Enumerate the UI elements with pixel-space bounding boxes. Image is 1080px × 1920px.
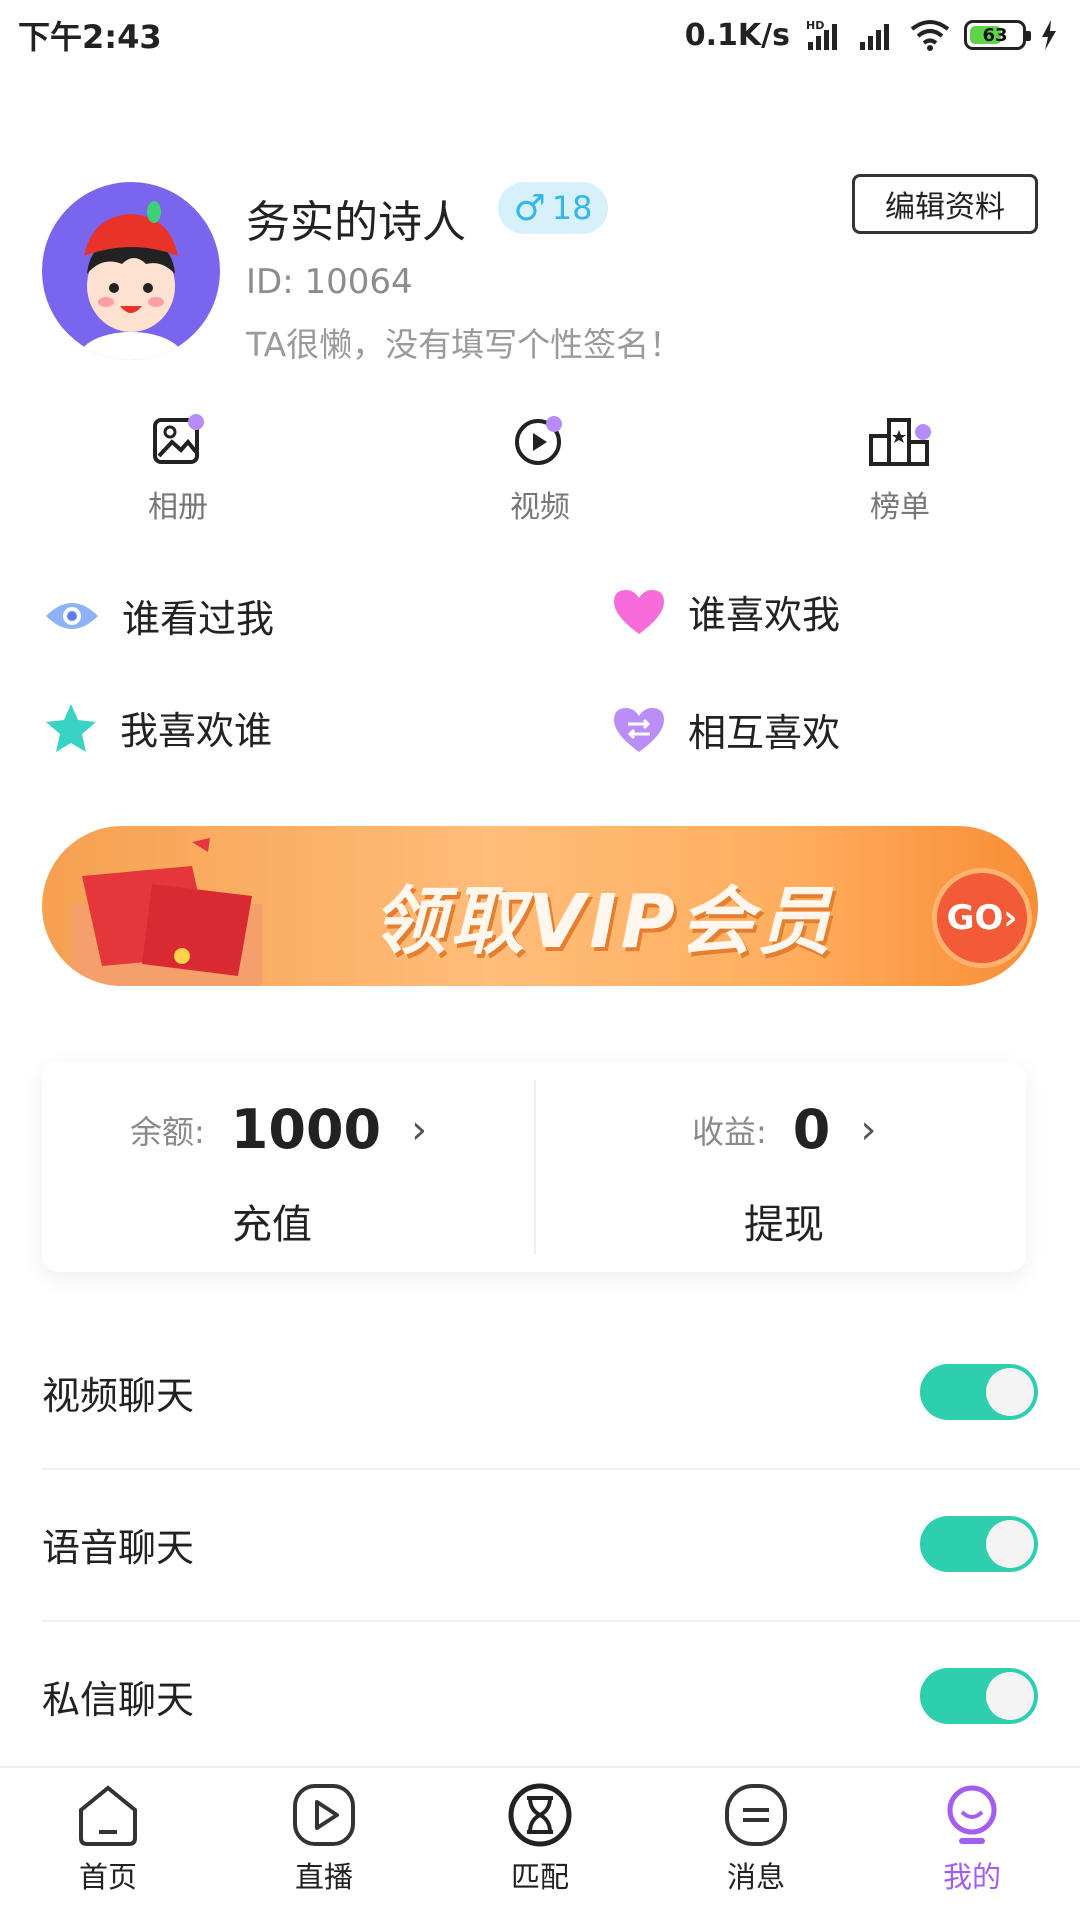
balance-chevron-icon: › bbox=[411, 1106, 428, 1153]
star-icon bbox=[46, 703, 96, 752]
profile-icon bbox=[947, 1785, 997, 1844]
wallet-divider bbox=[534, 1080, 536, 1254]
menu-label: 谁喜欢我 bbox=[688, 593, 841, 637]
user-id: ID: 10064 bbox=[246, 262, 413, 302]
male-icon: ♂ bbox=[513, 187, 546, 229]
balance-value: 1000 bbox=[230, 1098, 382, 1161]
nav-home[interactable]: 首页 bbox=[0, 1768, 216, 1920]
live-icon bbox=[293, 1784, 355, 1846]
video-icon bbox=[515, 416, 562, 465]
quick-action-album[interactable]: 相册 bbox=[78, 412, 278, 526]
red-envelope-icon bbox=[72, 838, 262, 986]
quick-action-label: 视频 bbox=[510, 490, 570, 525]
quick-action-video[interactable]: 视频 bbox=[440, 412, 640, 526]
quick-action-label: 榜单 bbox=[870, 490, 930, 525]
hd-signal-icon: HD bbox=[804, 18, 844, 52]
status-icons: 0.1K/s HD 63 bbox=[685, 18, 1058, 53]
menu-who-likes-me[interactable]: 谁喜欢我 bbox=[612, 584, 840, 639]
quick-action-ranking[interactable]: 榜单 bbox=[800, 412, 1000, 526]
age-value: 18 bbox=[551, 189, 593, 227]
nav-match[interactable]: 匹配 bbox=[432, 1768, 648, 1920]
balance-label: 余额: bbox=[130, 1112, 205, 1151]
setting-label: 私信聊天 bbox=[42, 1677, 195, 1722]
battery-icon: 63 bbox=[964, 20, 1031, 50]
eye-icon bbox=[46, 602, 98, 629]
gender-age-badge: ♂ 18 bbox=[498, 182, 608, 234]
signal-icon bbox=[858, 18, 896, 52]
home-icon bbox=[79, 1785, 137, 1846]
mutual-heart-icon bbox=[614, 707, 664, 752]
nav-label: 首页 bbox=[78, 1860, 137, 1894]
menu-label: 我喜欢谁 bbox=[120, 709, 273, 753]
toggle-knob bbox=[986, 1520, 1034, 1568]
nav-live[interactable]: 直播 bbox=[216, 1768, 432, 1920]
setting-label: 视频聊天 bbox=[42, 1373, 195, 1418]
wallet-card: 余额: 1000 › 充值 收益: 0 › 提现 bbox=[42, 1062, 1026, 1272]
video-chat-toggle[interactable] bbox=[920, 1364, 1038, 1420]
nav-label: 直播 bbox=[294, 1860, 353, 1894]
earnings-value: 0 bbox=[792, 1098, 831, 1161]
wifi-icon bbox=[910, 19, 950, 51]
edit-profile-button[interactable]: 编辑资料 bbox=[852, 174, 1038, 234]
avatar-illustration-icon bbox=[79, 201, 183, 360]
setting-voice-chat: 语音聊天 bbox=[42, 1468, 1038, 1620]
menu-who-i-like[interactable]: 我喜欢谁 bbox=[44, 700, 272, 755]
earnings-chevron-icon: › bbox=[860, 1106, 877, 1153]
setting-label: 语音聊天 bbox=[42, 1525, 195, 1570]
quick-action-label: 相册 bbox=[148, 490, 208, 525]
earnings-label: 收益: bbox=[692, 1112, 767, 1151]
voice-chat-toggle[interactable] bbox=[920, 1516, 1038, 1572]
balance-row[interactable]: 余额: 1000 › bbox=[130, 1098, 427, 1161]
user-signature: TA很懒，没有填写个性签名！ bbox=[246, 325, 683, 364]
nav-profile[interactable]: 我的 bbox=[864, 1768, 1080, 1920]
heart-icon bbox=[614, 589, 664, 634]
charging-icon bbox=[1040, 20, 1058, 50]
recharge-button[interactable]: 充值 bbox=[232, 1192, 312, 1250]
svg-text:HD: HD bbox=[806, 19, 824, 32]
nav-label: 匹配 bbox=[510, 1860, 569, 1894]
status-bar: 下午2:43 0.1K/s HD 63 bbox=[0, 0, 1080, 70]
message-icon bbox=[725, 1784, 787, 1846]
vip-banner[interactable]: 领取VIP会员 GO› bbox=[42, 826, 1038, 986]
menu-label: 相互喜欢 bbox=[688, 711, 841, 755]
earnings-row[interactable]: 收益: 0 › bbox=[692, 1098, 876, 1161]
menu-mutual-likes[interactable]: 相互喜欢 bbox=[612, 702, 840, 757]
setting-video-chat: 视频聊天 bbox=[42, 1316, 1038, 1468]
withdraw-button[interactable]: 提现 bbox=[744, 1192, 824, 1250]
toggle-knob bbox=[986, 1368, 1034, 1416]
profile-screen: 下午2:43 0.1K/s HD 63 务实的诗人 ♂ 18 编辑资料 ID: … bbox=[0, 0, 1080, 1920]
avatar[interactable] bbox=[42, 182, 220, 360]
menu-label: 谁看过我 bbox=[122, 597, 275, 641]
album-icon bbox=[153, 414, 204, 464]
setting-private-chat: 私信聊天 bbox=[42, 1620, 1038, 1772]
battery-percent: 63 bbox=[982, 24, 1008, 46]
nav-label: 我的 bbox=[942, 1860, 1001, 1894]
vip-go-button[interactable]: GO› bbox=[932, 868, 1032, 968]
menu-who-viewed-me[interactable]: 谁看过我 bbox=[44, 588, 274, 643]
toggle-knob bbox=[986, 1672, 1034, 1720]
match-icon bbox=[508, 1783, 572, 1847]
nav-messages[interactable]: 消息 bbox=[648, 1768, 864, 1920]
bottom-navigation: 首页 直播 匹配 消息 我的 bbox=[0, 1766, 1080, 1920]
private-chat-toggle[interactable] bbox=[920, 1668, 1038, 1724]
ranking-icon bbox=[869, 418, 931, 466]
nav-label: 消息 bbox=[726, 1860, 785, 1894]
battery-nub bbox=[1026, 31, 1031, 41]
status-time: 下午2:43 bbox=[18, 18, 162, 56]
vip-banner-title: 领取VIP会员 bbox=[372, 879, 836, 965]
network-speed: 0.1K/s bbox=[684, 17, 790, 53]
username: 务实的诗人 bbox=[246, 197, 466, 248]
